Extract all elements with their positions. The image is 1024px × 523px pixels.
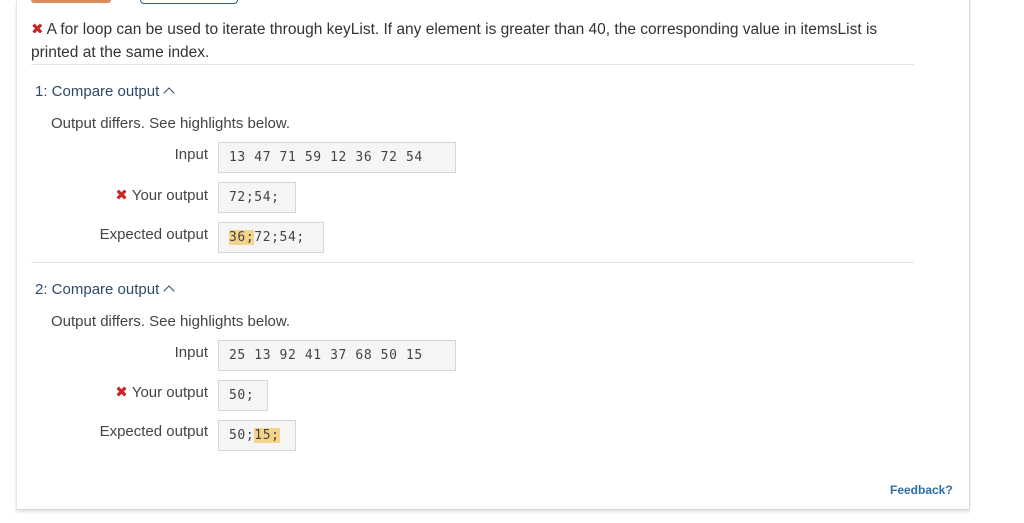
expected-output-box: 36;72;54; <box>218 222 324 253</box>
error-x-icon: ✖ <box>115 187 128 204</box>
divider <box>31 64 914 65</box>
output-status: Output differs. See highlights below. <box>51 313 291 330</box>
input-value-box: 25 13 92 41 37 68 50 15 <box>218 340 456 371</box>
error-x-icon: ✖ <box>31 21 44 38</box>
result-message: ✖ A for loop can be used to iterate throu… <box>31 19 891 64</box>
compare-output-title[interactable]: 2: Compare output <box>35 281 159 298</box>
expected-output-text: 50; <box>229 428 255 443</box>
tab-button[interactable] <box>140 0 238 4</box>
compare-output-header-1[interactable]: 1: Compare output <box>35 83 175 100</box>
feedback-link[interactable]: Feedback? <box>890 483 953 497</box>
diff-highlight: 15; <box>254 428 280 443</box>
compare-output-title[interactable]: 1: Compare output <box>35 83 159 100</box>
divider <box>31 262 914 263</box>
chevron-up-icon[interactable] <box>163 285 175 297</box>
your-output-label: ✖ Your output <box>115 186 208 204</box>
error-x-icon: ✖ <box>115 384 128 401</box>
expected-output-text: 72;54; <box>254 230 305 245</box>
expected-output-box: 50;15; <box>218 420 296 451</box>
your-output-box: 72;54; <box>218 182 296 213</box>
your-output-label: ✖ Your output <box>115 383 208 401</box>
tab-indicator[interactable] <box>31 0 111 3</box>
diff-highlight: 36; <box>229 230 255 245</box>
message-text: A for loop can be used to iterate throug… <box>31 21 878 61</box>
expected-output-label: Expected output <box>99 423 208 440</box>
compare-output-header-2[interactable]: 2: Compare output <box>35 281 175 298</box>
output-status: Output differs. See highlights below. <box>51 115 291 132</box>
your-output-label-text: Your output <box>131 384 208 401</box>
your-output-box: 50; <box>218 380 268 411</box>
your-output-label-text: Your output <box>131 187 208 204</box>
input-label: Input <box>174 146 208 163</box>
chevron-up-icon[interactable] <box>163 87 175 99</box>
input-label: Input <box>174 344 208 361</box>
input-value-box: 13 47 71 59 12 36 72 54 <box>218 142 456 173</box>
expected-output-label: Expected output <box>99 226 208 243</box>
